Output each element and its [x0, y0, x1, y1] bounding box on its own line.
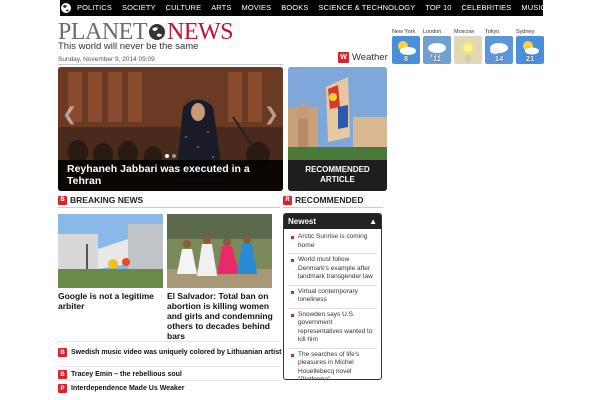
nav-item-movies[interactable]: Movies [236, 0, 276, 16]
headline-item[interactable]: P Interdependence Made Us Weaker [58, 384, 184, 393]
headline-text: Tracey Emin – the rebellious soul [71, 371, 182, 378]
headline-item[interactable]: B Tracey Emin – the rebellious soul [58, 370, 182, 379]
city-temp: 21 [525, 54, 535, 63]
newest-item[interactable]: The searches of life's pleasures in Mich… [288, 349, 377, 379]
nav-item-science[interactable]: Science & Technology [313, 0, 420, 16]
breaking-badge: B [58, 195, 67, 205]
cloud-icon: 14 [485, 36, 513, 64]
divider [58, 380, 280, 381]
cloud-icon: 11 [423, 36, 451, 64]
nav-item-music[interactable]: Music [516, 0, 551, 16]
city-name: Tokyo [485, 29, 500, 35]
logo-globe-icon [149, 24, 165, 40]
headline-badge: B [58, 348, 67, 357]
city-temp: 11 [433, 54, 441, 63]
recommended-card-caption: RECOMMENDED ARTICLE [288, 160, 387, 191]
sun-icon: 6 [454, 36, 482, 64]
divider [58, 366, 280, 367]
nav-item-celebrities[interactable]: Celebrities [457, 0, 517, 16]
divider [283, 207, 383, 208]
newest-item[interactable]: Snowden says U.S. government representat… [288, 309, 377, 349]
recommended-article-card[interactable]: RECOMMENDED ARTICLE [288, 67, 387, 191]
weather-cities: New York 8 London 11 Moscow 6 Tokyo 14 S… [392, 29, 544, 64]
weather-city[interactable]: Sydney 21 [516, 29, 544, 64]
nav-item-society[interactable]: Society [117, 0, 161, 16]
recommended-title: RECOMMENDED [295, 195, 364, 205]
city-temp: 8 [403, 54, 409, 63]
weather-city[interactable]: Tokyo 14 [485, 29, 513, 64]
story-title[interactable]: El Salvador: Total ban on abortion is ki… [167, 291, 277, 341]
breaking-news-title: BREAKING NEWS [70, 195, 144, 205]
hero-dots [58, 154, 283, 158]
hero-prev-arrow[interactable]: ❮ [62, 105, 77, 123]
newest-item[interactable]: Arctic Sunrise is coming home [288, 231, 377, 254]
city-temp: 14 [494, 54, 504, 63]
newest-item[interactable]: World must follow Denmark's example afte… [288, 254, 377, 286]
city-name: Sydney [516, 29, 535, 35]
newest-header[interactable]: Newest ▲ [284, 214, 381, 229]
story-title[interactable]: Google is not a legitime arbiter [58, 291, 163, 311]
city-name: Moscow [454, 29, 475, 35]
recommended-badge: R [283, 195, 292, 205]
newest-list: Arctic Sunrise is coming home World must… [284, 229, 381, 379]
divider [58, 64, 283, 65]
newest-item[interactable]: Virtual contemporary loneliness [288, 286, 377, 309]
weather-header[interactable]: W Weather [338, 52, 388, 63]
divider [58, 341, 280, 342]
hero-slider[interactable]: ❮ ❯ Reyhaneh Jabbari was executed in a T… [58, 67, 283, 191]
nav-item-arts[interactable]: Arts [206, 0, 236, 16]
breaking-news-header[interactable]: B BREAKING NEWS [58, 195, 143, 205]
weather-badge: W [338, 52, 349, 63]
story-image[interactable] [58, 214, 163, 288]
headline-badge: B [58, 370, 67, 379]
sun-cloud-icon: 8 [392, 36, 420, 64]
divider [58, 207, 280, 208]
recommended-header[interactable]: R RECOMMENDED [283, 195, 363, 205]
newest-panel: Newest ▲ Arctic Sunrise is coming home W… [283, 213, 382, 380]
headline-badge: P [58, 384, 67, 393]
story-image[interactable] [167, 214, 272, 288]
headline-text: Interdependence Made Us Weaker [71, 385, 185, 392]
hero-dot[interactable] [165, 154, 169, 158]
nav-item-books[interactable]: Books [276, 0, 313, 16]
city-name: London [423, 29, 442, 35]
hero-dot[interactable] [172, 154, 176, 158]
city-name: New York [392, 29, 416, 35]
globe-icon[interactable] [60, 0, 72, 16]
sun-cloud-icon: 21 [516, 36, 544, 64]
hero-caption[interactable]: Reyhaneh Jabbari was executed in a Tehra… [58, 160, 283, 191]
chevron-up-icon[interactable]: ▲ [369, 214, 377, 229]
hero-next-arrow[interactable]: ❯ [264, 105, 279, 123]
weather-city[interactable]: London 11 [423, 29, 451, 64]
nav-item-top10[interactable]: Top 10 [420, 0, 456, 16]
nav-item-culture[interactable]: Culture [161, 0, 207, 16]
weather-title: Weather [352, 52, 388, 63]
tagline: This world will never be the same [58, 41, 199, 52]
weather-city[interactable]: New York 8 [392, 29, 420, 64]
nav-item-politics[interactable]: Politics [72, 0, 117, 16]
dateline: Sunday, November 9, 2014 05:09 [58, 56, 155, 63]
newest-title: Newest [288, 217, 317, 226]
weather-city[interactable]: Moscow 6 [454, 29, 482, 64]
city-temp: 6 [465, 54, 471, 63]
top-nav: Politics Society Culture Arts Movies Boo… [60, 0, 546, 16]
